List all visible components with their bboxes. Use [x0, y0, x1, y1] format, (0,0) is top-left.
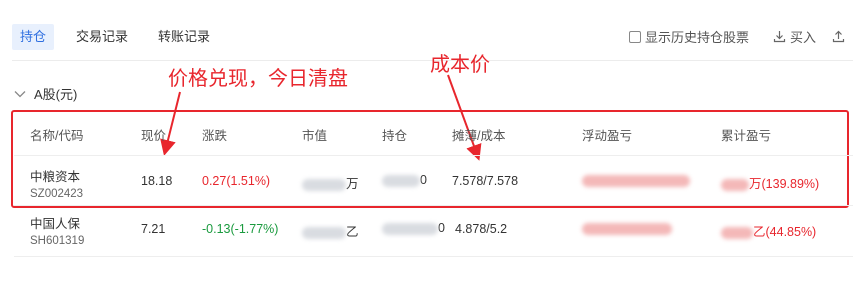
header-position: 持仓 [382, 129, 408, 143]
cumulative-pl: 万(139.89%) [721, 173, 819, 192]
redacted-blur [302, 226, 346, 239]
cost-price: 7.578/7.578 [452, 174, 519, 188]
stock-name: 中国人保 [30, 217, 81, 231]
cost-price: 4.878/5.2 [455, 222, 508, 236]
header-row-divider [14, 155, 853, 156]
price-change: -0.13(-1.77%) [202, 222, 279, 236]
cumulative-pl-value: 万(139.89%) [749, 177, 820, 191]
redacted-blur [382, 222, 438, 235]
header-cost: 摊薄/成本 [452, 129, 506, 143]
stock-code: SZ002423 [30, 188, 84, 200]
stock-code: SH601319 [30, 235, 85, 247]
stock-name-code[interactable]: 中国人保 SH601319 [30, 213, 84, 247]
header-cumulative-pl: 累计盈亏 [721, 129, 772, 143]
position-suffix: 0 [420, 173, 427, 187]
market-value: 万 [302, 173, 359, 192]
redacted-blur [721, 178, 749, 191]
redacted-blur [582, 222, 672, 235]
cumulative-pl-value: 乙(44.85%) [753, 225, 817, 239]
price-change: 0.27(1.51%) [202, 174, 271, 188]
row-divider [14, 205, 853, 206]
stock-name-code[interactable]: 中粮资本 SZ002423 [30, 166, 83, 200]
redacted-blur [302, 178, 346, 191]
floating-pl [582, 173, 690, 187]
cumulative-pl: 乙(44.85%) [721, 221, 816, 240]
position-qty: 0 [382, 221, 445, 235]
header-market-value: 市值 [302, 129, 328, 143]
header-floating-pl: 浮动盈亏 [582, 129, 633, 143]
redacted-blur [382, 174, 420, 187]
stock-name: 中粮资本 [30, 170, 81, 184]
floating-pl [582, 221, 672, 235]
header-price: 现价 [141, 129, 167, 143]
market-value: 乙 [302, 221, 359, 240]
position-suffix: 0 [438, 221, 445, 235]
header-change: 涨跌 [202, 129, 228, 143]
redacted-blur [721, 226, 753, 239]
redacted-blur [582, 174, 690, 187]
current-price: 7.21 [141, 222, 166, 236]
market-value-suffix: 万 [346, 177, 359, 191]
header-name-code: 名称/代码 [30, 129, 84, 143]
position-qty: 0 [382, 173, 427, 187]
current-price: 18.18 [141, 174, 173, 188]
market-value-suffix: 乙 [346, 225, 359, 239]
row-divider [14, 256, 853, 257]
